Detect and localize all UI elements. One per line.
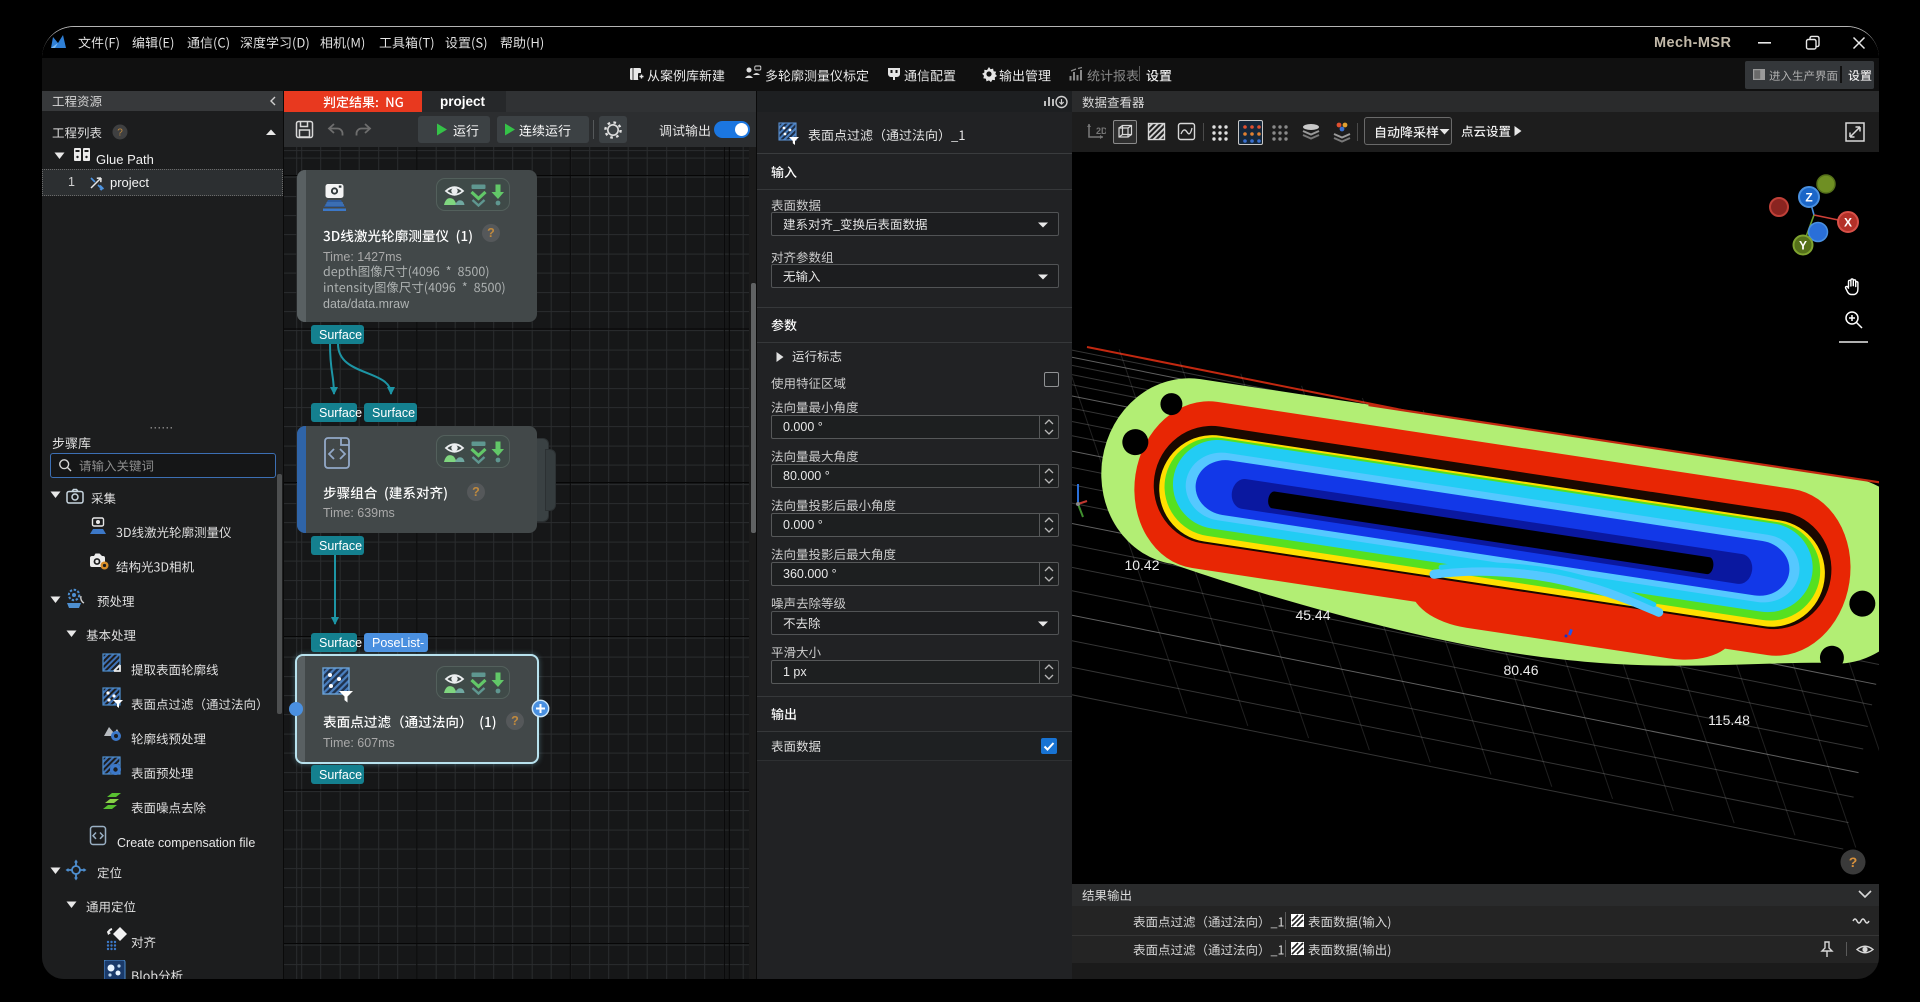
svg-text:10.42: 10.42 (1124, 557, 1159, 573)
svg-text:?: ? (472, 485, 480, 499)
svg-text:80.46: 80.46 (1503, 662, 1538, 678)
svg-text:115.48: 115.48 (1708, 712, 1750, 728)
svg-text:?: ? (117, 128, 123, 139)
svg-text:?: ? (487, 226, 495, 240)
svg-text:45.44: 45.44 (1295, 607, 1330, 623)
svg-text:X: X (1844, 216, 1852, 230)
svg-text:?: ? (1849, 854, 1858, 870)
svg-text:?: ? (511, 714, 519, 728)
svg-text:2D: 2D (1096, 126, 1106, 136)
svg-text:Z: Z (1805, 191, 1812, 205)
svg-text:Y: Y (1799, 239, 1807, 253)
